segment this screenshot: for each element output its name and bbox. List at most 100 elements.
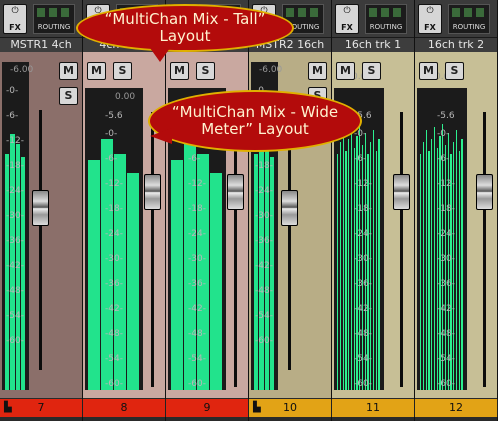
routing-button[interactable]: ROUTING (365, 4, 407, 34)
meter-scale-label: -30- (354, 254, 372, 264)
track-number[interactable]: 12 (415, 399, 498, 417)
meter-scale-label: -54- (437, 354, 455, 364)
meter-scale-label: -48- (6, 286, 24, 296)
routing-button[interactable]: ROUTING (33, 4, 75, 34)
mixer-strip: ⏻FXROUTING4ch trk 2-5.6-0--6--12--18--24… (166, 0, 249, 421)
callout-tall-layout: “MultiChan Mix - Tall” Layout (76, 4, 294, 52)
solo-button[interactable]: S (362, 62, 381, 80)
meter-scale-label: -0- (437, 129, 450, 139)
callout-wide-text: “MultiChan Mix - Wide Meter” Layout (171, 103, 339, 138)
mute-button[interactable]: M (170, 62, 189, 80)
volume-fader[interactable] (476, 174, 493, 210)
strip-topbar: ⏻ FX ROUTING (332, 0, 414, 38)
solo-button[interactable]: S (196, 62, 215, 80)
meter-scale-label: -48- (255, 286, 273, 296)
solo-button[interactable]: S (113, 62, 132, 80)
solo-button[interactable]: S (59, 87, 78, 105)
track-name[interactable]: MSTR1 4ch (0, 38, 82, 52)
meter-scale-label: -30- (188, 254, 206, 264)
meter-scale-label: -12- (188, 179, 206, 189)
meter-scale-label: -12- (437, 179, 455, 189)
routing-indicator (452, 8, 460, 17)
meter-scale-label: -36- (437, 279, 455, 289)
routing-indicator (310, 8, 318, 17)
volume-fader[interactable] (393, 174, 410, 210)
solo-button[interactable]: S (445, 62, 464, 80)
routing-indicator (393, 8, 401, 17)
meter-scale-label: -60- (188, 379, 206, 389)
meter-channel-bar (422, 142, 424, 390)
mute-button[interactable]: M (336, 62, 355, 80)
meter-channel-bar (428, 151, 430, 390)
meter-scale-label: -54- (255, 311, 273, 321)
meter-scale-label: -42- (105, 304, 123, 314)
callout-wide-tail (150, 128, 172, 144)
mute-button[interactable]: M (59, 62, 78, 80)
mute-button[interactable]: M (87, 62, 106, 80)
meter-channel-bar (348, 139, 350, 390)
volume-fader[interactable] (32, 190, 49, 226)
meter-scale-label: -5.6 (437, 111, 455, 121)
meter-scale-label: -36- (6, 236, 24, 246)
mixer-strip: ⏻FXROUTINGMSTR2 16ch-6.00-0--6--12--18--… (249, 0, 332, 421)
meter-scale-label: -6- (188, 154, 201, 164)
power-icon: ⏻ (343, 6, 351, 16)
mute-button[interactable]: M (419, 62, 438, 80)
meter-channel-bar (345, 151, 347, 390)
meter-scale-label: -24- (437, 229, 455, 239)
meter-scale-label: -60- (6, 336, 24, 346)
track-number[interactable]: 11 (332, 399, 415, 417)
routing-indicator (37, 8, 45, 17)
meter-channel-bar (425, 130, 427, 390)
routing-indicator (381, 8, 389, 17)
mixer-strip: ⏻ FX ROUTING MSTR1 4ch -6.00 -0- -6- -12- -18- -2… (0, 0, 83, 421)
meter-scale-label: -42- (6, 261, 24, 271)
meter-scale-label: -54- (6, 311, 24, 321)
folder-icon: ▙ (4, 402, 12, 413)
folder-icon: ▙ (253, 402, 261, 413)
meter-scale-label: -54- (188, 354, 206, 364)
track-number[interactable]: ▙ 10 (249, 399, 332, 417)
track-number[interactable]: 9 (166, 399, 249, 417)
fx-label: FX (9, 23, 21, 32)
track-name[interactable]: 16ch trk 1 (332, 38, 414, 52)
callout-tall-text: “MultiChan Mix - Tall” Layout (104, 10, 266, 45)
fx-button[interactable]: ⏻ FX (3, 4, 27, 34)
fx-button[interactable]: ⏻ FX (335, 4, 359, 34)
meter-channel-bar (337, 154, 339, 390)
meter-channel-bar (88, 160, 100, 390)
routing-indicator (298, 8, 306, 17)
mixer-strip: ⏻FXROUTING16ch trk 10.00-5.6-0--6--12--1… (332, 0, 415, 421)
meter-scale-label: -60- (105, 379, 123, 389)
volume-fader[interactable] (227, 174, 244, 210)
meter-scale-label: -60- (354, 379, 372, 389)
meter-channel-bar (350, 127, 352, 390)
routing-label: ROUTING (369, 23, 403, 31)
routing-label: ROUTING (452, 23, 486, 31)
peak-readout: 0.00 (115, 92, 136, 102)
routing-indicator (49, 8, 57, 17)
meter-scale-label: -18- (105, 204, 123, 214)
routing-button[interactable]: ROUTING (448, 4, 490, 34)
fx-button[interactable]: ⏻ FX (418, 4, 442, 34)
meter-scale-label: -12- (354, 179, 372, 189)
meter-channel-bar (372, 130, 374, 390)
fx-label: FX (341, 23, 353, 32)
meter-channel-bar (455, 130, 457, 390)
meter-channel-bar (375, 151, 377, 390)
track-number[interactable]: ▙ 7 (0, 399, 83, 417)
track-number[interactable]: 8 (83, 399, 166, 417)
meter-scale-label: -60- (255, 336, 273, 346)
peak-readout: -6.00 (10, 65, 34, 75)
meter-scale-label: -24- (255, 186, 273, 196)
mute-button[interactable]: M (308, 62, 327, 80)
meter-scale-label: -30- (6, 211, 24, 221)
volume-fader[interactable] (281, 190, 298, 226)
meter-scale-label: -30- (105, 254, 123, 264)
meter-scale-label: -60- (437, 379, 455, 389)
meter-scale-label: -42- (188, 304, 206, 314)
track-name[interactable]: 16ch trk 2 (415, 38, 497, 52)
fader-track (234, 112, 237, 387)
volume-fader[interactable] (144, 174, 161, 210)
meter-scale-label: -18- (188, 204, 206, 214)
